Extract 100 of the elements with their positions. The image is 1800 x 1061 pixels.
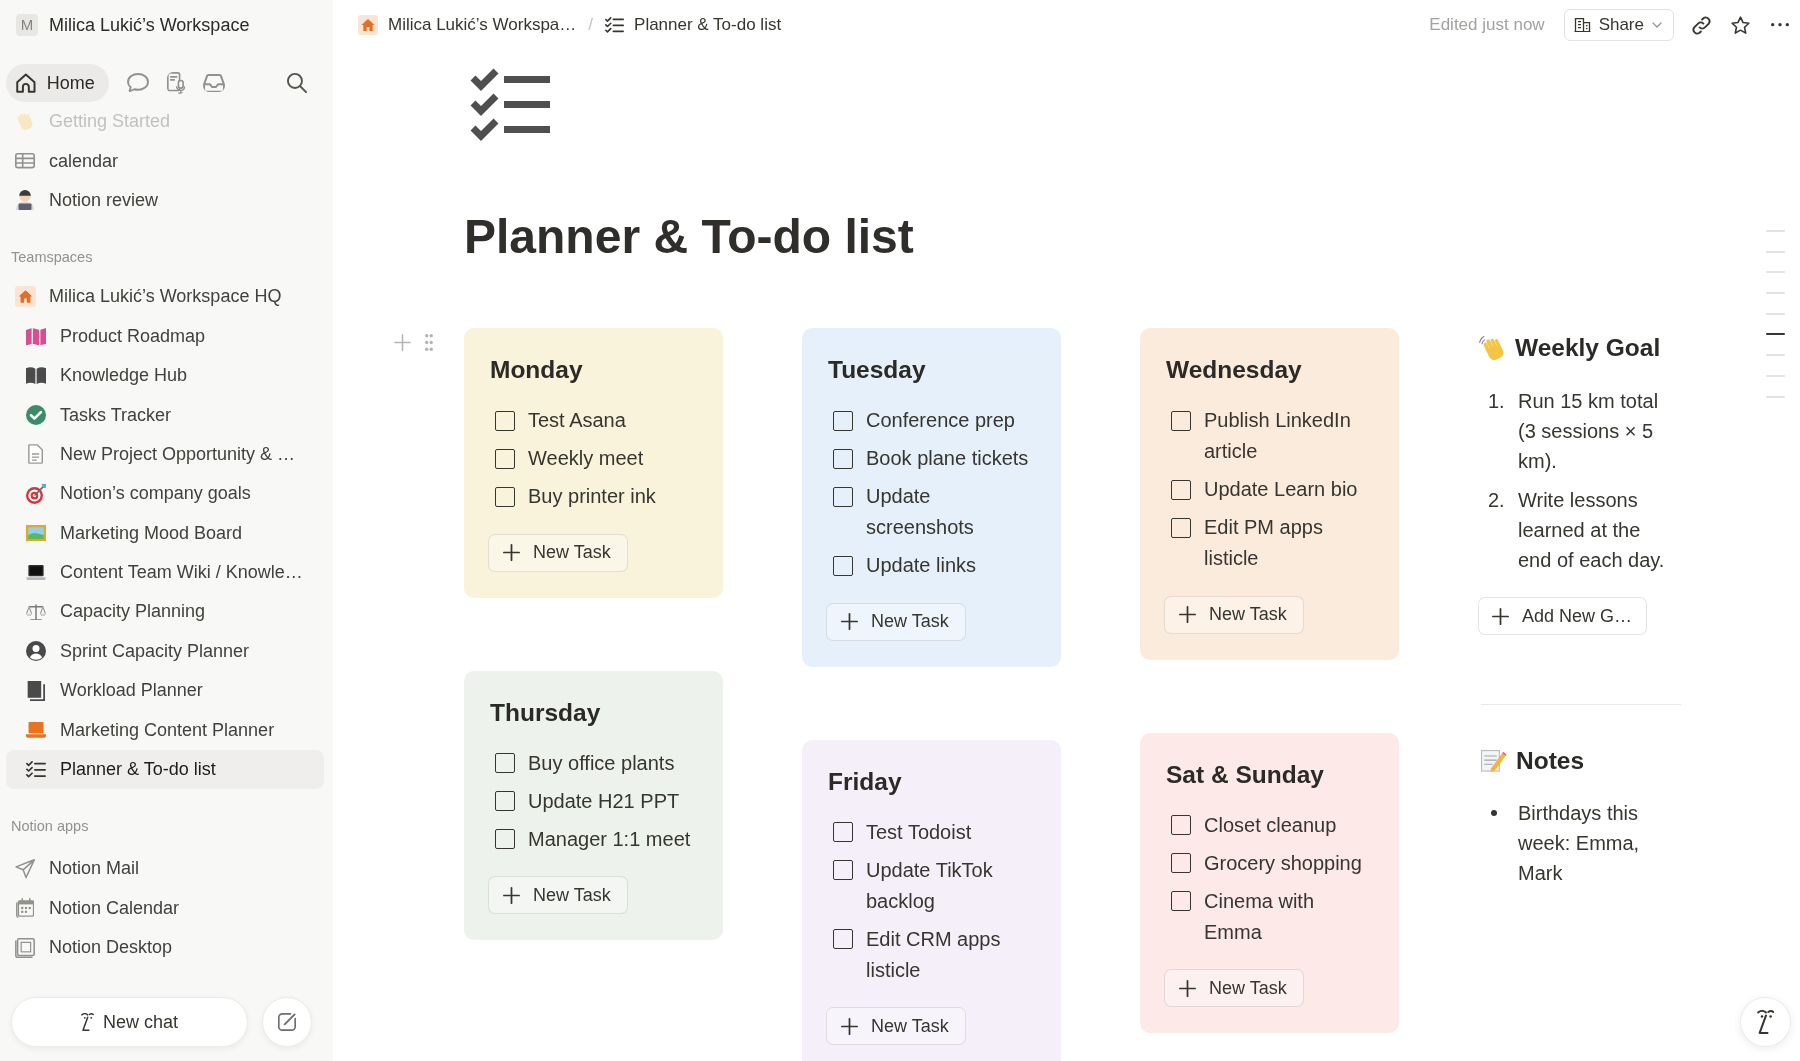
sidebar-item[interactable]: Workload Planner xyxy=(6,671,324,711)
sidebar-item[interactable]: Milica Lukić’s Workspace HQ xyxy=(6,277,324,317)
task-text: Test Asana xyxy=(528,408,627,433)
checkbox[interactable] xyxy=(495,753,515,773)
task-text: Closet cleanup xyxy=(1204,812,1338,838)
waving-hand-icon xyxy=(1478,334,1506,362)
checkbox[interactable] xyxy=(1171,410,1191,431)
framed-picture-icon xyxy=(26,525,46,542)
checkbox[interactable] xyxy=(1171,517,1191,538)
sidebar-item[interactable]: Planner & To-do list xyxy=(6,749,324,790)
plus-icon xyxy=(841,1017,858,1035)
star-icon[interactable] xyxy=(1731,16,1750,34)
task-text: Update TikTok backlog xyxy=(866,857,994,914)
new-task-button[interactable]: New Task xyxy=(1164,595,1304,634)
sidebar-item[interactable]: Tasks Tracker xyxy=(6,395,324,435)
task-text: Publish LinkedIn article xyxy=(1204,408,1352,464)
sidebar-item[interactable]: Knowledge Hub xyxy=(6,355,324,396)
page-title: Planner & To-do list xyxy=(464,209,914,265)
checkbox[interactable] xyxy=(495,410,515,431)
memo-pencil-icon xyxy=(1481,749,1507,773)
sidebar-item[interactable]: Capacity Planning xyxy=(6,592,324,632)
new-task-button[interactable]: New Task xyxy=(1164,969,1304,1007)
checkbox[interactable] xyxy=(495,448,515,469)
sidebar-item[interactable]: Notion review xyxy=(6,180,324,221)
checkbox[interactable] xyxy=(833,860,853,880)
sidebar-item[interactable]: calendar xyxy=(6,141,324,181)
add-goal-button[interactable]: Add New G… xyxy=(1478,597,1648,635)
checkbox[interactable] xyxy=(833,410,853,431)
card-title: Tuesday xyxy=(828,355,927,385)
inbox-icon[interactable] xyxy=(203,73,226,93)
compose-button[interactable] xyxy=(262,997,312,1047)
sidebar-item[interactable]: Product Roadmap xyxy=(6,316,324,356)
search-icon[interactable] xyxy=(287,73,307,93)
breadcrumb-link[interactable]: Planner & To-do list xyxy=(605,12,782,38)
sidebar-item[interactable]: Notion Mail xyxy=(6,849,324,889)
map-icon xyxy=(26,327,46,345)
home-button[interactable]: Home xyxy=(6,64,109,102)
more-icon[interactable] xyxy=(1771,23,1789,27)
sidebar-item[interactable]: Sprint Capacity Planner xyxy=(6,631,324,672)
checkbox[interactable] xyxy=(1171,853,1191,873)
card-title: Thursday xyxy=(490,697,602,728)
sidebar-item[interactable]: Notion’s company goals xyxy=(6,474,324,514)
checkbox[interactable] xyxy=(833,448,853,469)
checkbox[interactable] xyxy=(1171,479,1191,500)
link-icon[interactable] xyxy=(1692,15,1711,35)
task-text: Book plane tickets xyxy=(866,446,1030,471)
list-number: 1. xyxy=(1487,389,1506,414)
checkbox[interactable] xyxy=(833,822,853,842)
breadcrumb-link[interactable]: Milica Lukić’s Workspa… xyxy=(358,12,577,38)
task-text: Grocery shopping xyxy=(1204,850,1363,876)
checkbox[interactable] xyxy=(833,555,853,576)
checkbox[interactable] xyxy=(495,486,515,507)
book-icon xyxy=(26,367,46,385)
sidebar-item[interactable]: Notion Desktop xyxy=(6,928,324,968)
checkbox[interactable] xyxy=(495,829,515,849)
chat-icon[interactable] xyxy=(126,73,149,93)
checklist-icon xyxy=(26,761,46,778)
sidebar-item[interactable]: Notion Calendar xyxy=(6,888,324,929)
task-text: Update Learn bio xyxy=(1204,477,1359,502)
checkbox[interactable] xyxy=(833,486,853,507)
stacked-squares-icon xyxy=(15,937,35,958)
card-title: Friday xyxy=(828,766,903,797)
task-text: Test Todoist xyxy=(866,819,973,845)
task-text: Update H21 PPT xyxy=(528,788,681,814)
new-task-button[interactable]: New Task xyxy=(488,876,628,914)
outline-marker[interactable] xyxy=(1766,333,1785,336)
target-icon xyxy=(26,483,46,504)
card-title: Wednesday xyxy=(1166,355,1303,385)
new-task-button[interactable]: New Task xyxy=(826,1007,966,1045)
user-circle-icon xyxy=(26,641,46,662)
sidebar-item[interactable]: Content Team Wiki / Knowle… xyxy=(6,552,324,593)
sidebar-item[interactable]: Marketing Mood Board xyxy=(6,513,324,553)
workspace-name[interactable]: Milica Lukić’s Workspace xyxy=(49,11,250,39)
card-title: Sat & Sunday xyxy=(1166,759,1325,790)
new-chat-button[interactable]: New chat xyxy=(11,997,248,1047)
home-icon xyxy=(16,73,36,93)
checkbox[interactable] xyxy=(833,929,853,949)
checkbox[interactable] xyxy=(1171,891,1191,911)
checklist-icon xyxy=(605,17,625,33)
task-text: Conference prep xyxy=(866,408,1016,433)
assistant-button[interactable] xyxy=(1740,997,1791,1047)
checklist-icon xyxy=(470,67,550,141)
sidebar-item[interactable]: New Project Opportunity & … xyxy=(6,434,324,475)
list-text: Run 15 km total (3 sessions × 5 km). xyxy=(1518,389,1660,474)
task-text: Buy office plants xyxy=(528,750,676,776)
task-text: Buy printer ink xyxy=(528,484,657,509)
check-circle-icon xyxy=(26,405,46,426)
drag-handle-icon[interactable] xyxy=(425,334,433,351)
calendar-icon xyxy=(15,898,35,919)
bullet-icon xyxy=(1491,810,1497,816)
sidebar-item[interactable]: Marketing Content Planner xyxy=(6,710,324,750)
checkbox[interactable] xyxy=(1171,815,1191,835)
share-button[interactable]: Share xyxy=(1563,9,1674,41)
plus-icon xyxy=(1492,607,1509,625)
new-task-button[interactable]: New Task xyxy=(826,602,966,641)
card-title: Monday xyxy=(490,355,584,385)
new-task-button[interactable]: New Task xyxy=(488,533,628,572)
building-icon xyxy=(1573,17,1591,33)
checkbox[interactable] xyxy=(495,791,515,811)
document-microphone-icon[interactable] xyxy=(166,72,186,94)
